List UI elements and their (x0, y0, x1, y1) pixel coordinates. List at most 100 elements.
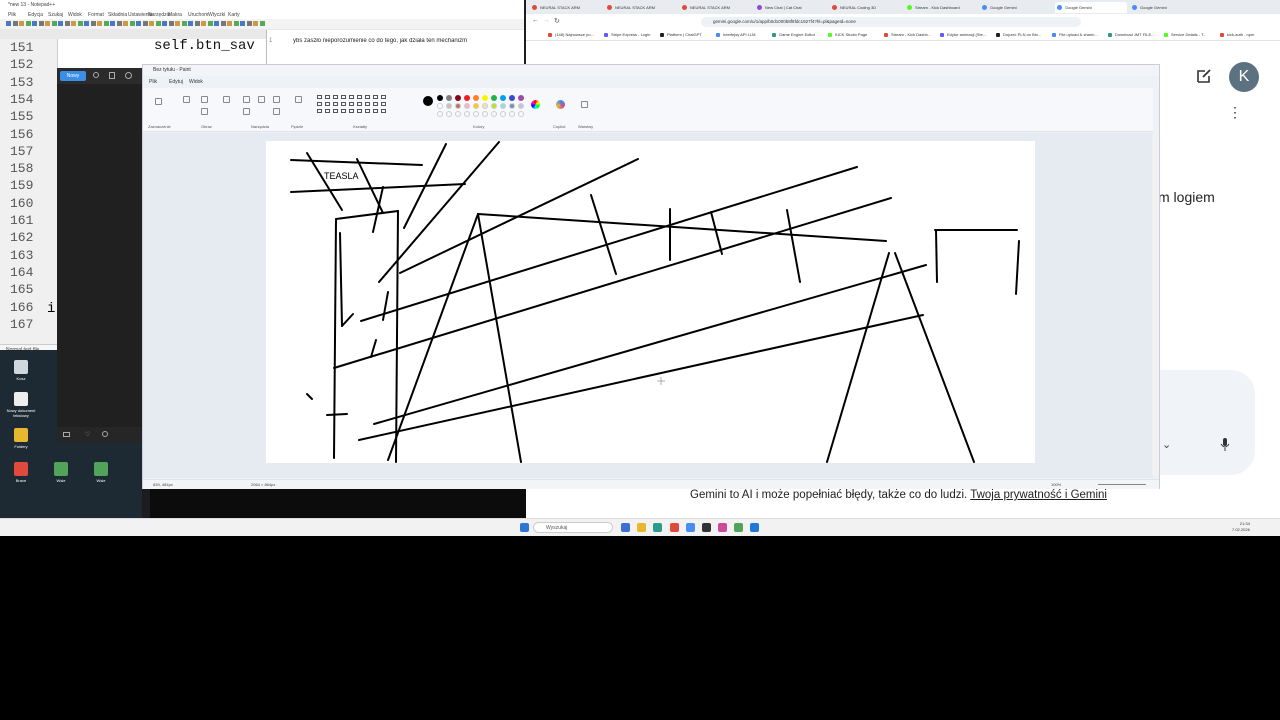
reload-icon[interactable]: ↻ (554, 17, 560, 25)
toolbar-icon[interactable] (246, 21, 252, 26)
current-color-swatch[interactable] (423, 96, 433, 106)
tool-icon[interactable] (258, 96, 265, 103)
toolbar-icon[interactable] (227, 21, 232, 26)
empty-color-slot[interactable] (464, 111, 470, 117)
shape-icon[interactable] (325, 95, 330, 99)
clock[interactable]: 21:34 7.02.2026 (1232, 521, 1250, 533)
bookmark[interactable]: Edytor animacji (Ste... (940, 32, 994, 37)
toolbar-icon[interactable] (77, 21, 83, 26)
color-swatch[interactable] (446, 103, 452, 109)
shape-icon[interactable] (317, 102, 322, 106)
toolbar-icon[interactable] (103, 21, 109, 26)
tool-icon[interactable] (223, 96, 230, 103)
notepad-menu-item[interactable]: Edycja (28, 12, 43, 18)
new-chat-icon[interactable] (1195, 67, 1213, 85)
toolbar-icon[interactable] (194, 21, 200, 26)
avatar[interactable]: K (1229, 62, 1259, 92)
toolbar-icon[interactable] (233, 21, 239, 26)
empty-color-slot[interactable] (518, 111, 524, 117)
color-swatch[interactable] (482, 95, 488, 101)
shape-icon[interactable] (381, 102, 386, 106)
timer-icon[interactable] (102, 431, 108, 437)
toolbar-icon[interactable] (97, 21, 102, 26)
snipping-taskbar-icon[interactable] (750, 523, 759, 532)
shape-icon[interactable] (365, 95, 370, 99)
bookmark[interactable]: Stripe Express - Login (604, 32, 658, 37)
shape-icon[interactable] (381, 109, 386, 113)
shape-icon[interactable] (357, 95, 362, 99)
color-swatch[interactable] (500, 95, 506, 101)
browser-tab[interactable]: Stream - Kick Dashboard (905, 2, 977, 13)
empty-color-slot[interactable] (491, 111, 497, 117)
tool-icon[interactable] (295, 96, 302, 103)
zoom-slider[interactable] (1098, 484, 1146, 485)
bookmark[interactable]: Service Details - T... (1164, 32, 1218, 37)
toolbar-icon[interactable] (181, 21, 187, 26)
shape-icon[interactable] (357, 109, 362, 113)
privacy-link[interactable]: Twoja prywatność i Gemini (970, 489, 1107, 501)
notepad-menu-item[interactable]: Szukaj (48, 12, 63, 18)
heart-icon[interactable]: ♡ (85, 431, 90, 438)
shape-icon[interactable] (373, 102, 378, 106)
shape-icon[interactable] (317, 109, 322, 113)
toolbar-icon[interactable] (129, 21, 135, 26)
color-swatch[interactable] (518, 95, 524, 101)
toolbar-icon[interactable] (32, 21, 37, 26)
empty-color-slot[interactable] (500, 111, 506, 117)
toolbar-icon[interactable] (220, 21, 226, 26)
shape-icon[interactable] (333, 102, 338, 106)
paint-menu-item[interactable]: Widok (189, 79, 203, 85)
toolbar-icon[interactable] (240, 21, 245, 26)
tool-icon[interactable] (201, 96, 208, 103)
notepad-menu-item[interactable]: Wtyczki (208, 12, 225, 18)
more-options-icon[interactable]: ⋮ (1228, 104, 1242, 121)
tool-icon[interactable] (155, 98, 162, 105)
notepadpp-icon[interactable] (734, 523, 743, 532)
toolbar-icon[interactable] (259, 21, 265, 26)
toolbar-icon[interactable] (155, 21, 161, 26)
url-field[interactable]: gemini.google.com/u/1/app/b0d1000b8f8fdc… (701, 17, 1081, 27)
toolbar-icon[interactable] (168, 21, 174, 26)
shape-icon[interactable] (349, 109, 354, 113)
empty-color-slot[interactable] (473, 111, 479, 117)
code-text[interactable]: self.btn_sav (154, 38, 255, 54)
tool-icon[interactable] (273, 96, 280, 103)
shape-icon[interactable] (325, 109, 330, 113)
toolbar-icon[interactable] (110, 21, 115, 26)
empty-color-slot[interactable] (437, 111, 443, 117)
paint-menu-item[interactable]: Edytuj (169, 79, 183, 85)
empty-color-slot[interactable] (482, 111, 488, 117)
copilot-icon[interactable] (556, 100, 565, 109)
toolbar-icon[interactable] (58, 21, 63, 26)
empty-color-slot[interactable] (446, 111, 452, 117)
toolbar-icon[interactable] (162, 21, 167, 26)
back-icon[interactable]: ← (532, 17, 539, 24)
browser-tab[interactable]: NEURAL STACK ARM (680, 2, 752, 13)
color-swatch[interactable] (482, 103, 488, 109)
tool-icon[interactable] (201, 108, 208, 115)
file-explorer-icon[interactable] (637, 523, 646, 532)
bookmark[interactable]: Interfejsy API LLM (716, 32, 770, 37)
notepad-menu-item[interactable]: Uruchom (188, 12, 208, 18)
toolbar-icon[interactable] (214, 21, 219, 26)
vertical-scrollbar[interactable] (1152, 135, 1158, 475)
tool-icon[interactable] (243, 108, 250, 115)
terminal-icon[interactable] (702, 523, 711, 532)
color-swatch[interactable] (437, 95, 443, 101)
shape-icon[interactable] (373, 95, 378, 99)
empty-color-slot[interactable] (455, 111, 461, 117)
search-icon[interactable] (93, 72, 99, 78)
browser-tab[interactable]: NEURAL Coding 3D (830, 2, 902, 13)
browser-tab[interactable]: Google Gemini (980, 2, 1052, 13)
shape-icon[interactable] (341, 95, 346, 99)
notepad-menu-item[interactable]: Widok (68, 12, 82, 18)
toolbar-icon[interactable] (201, 21, 206, 26)
shape-icon[interactable] (341, 109, 346, 113)
toolbar-icon[interactable] (19, 21, 24, 26)
toolbar-icon[interactable] (142, 21, 148, 26)
settings-icon[interactable] (125, 72, 132, 79)
new-snip-button[interactable]: Nowy (60, 71, 86, 81)
taskbar-search[interactable]: Wyszukaj (533, 522, 613, 533)
tool-icon[interactable] (183, 96, 190, 103)
notepad-menu-item[interactable]: Plik (8, 12, 16, 18)
